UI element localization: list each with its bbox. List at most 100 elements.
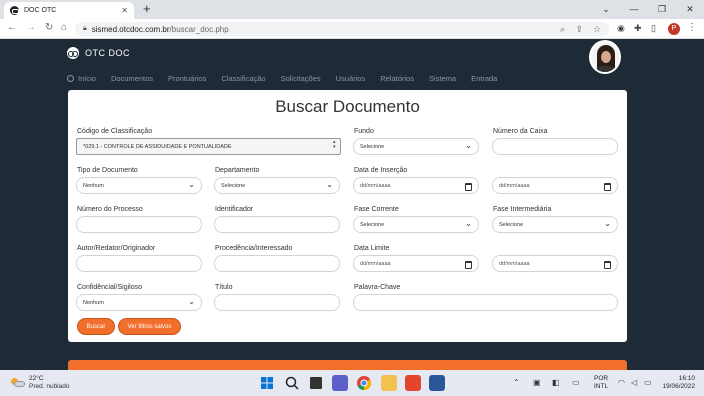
extension-icon[interactable]: ◉: [617, 23, 625, 34]
profile-avatar[interactable]: P: [668, 23, 680, 35]
home-icon[interactable]: ⌂: [61, 22, 67, 33]
nav-item-sistema[interactable]: Sistema: [429, 74, 456, 83]
numero-caixa-input[interactable]: [492, 138, 618, 155]
data-insercao-inicio-input[interactable]: dd/mm/aaaa: [353, 177, 479, 194]
label-procedencia: Procedência/Interessado: [215, 245, 293, 252]
logo-icon: [67, 47, 79, 59]
browser-tab[interactable]: DOC OTC ✕: [4, 2, 134, 19]
autor-input[interactable]: [76, 255, 202, 272]
search-card: Buscar Documento Código de Classificação…: [68, 90, 627, 342]
titulo-input[interactable]: [214, 294, 340, 311]
fundo-select[interactable]: Selecione: [353, 138, 479, 155]
side-panel-icon[interactable]: ▯: [651, 23, 656, 34]
home-icon: [67, 75, 74, 82]
tab-close-icon[interactable]: ✕: [121, 6, 128, 15]
tipo-select[interactable]: Nenhum: [76, 177, 202, 194]
share-icon[interactable]: ⇪: [575, 24, 583, 35]
label-identificador: Identificador: [215, 206, 254, 213]
task-view-icon[interactable]: [308, 375, 324, 391]
weather-desc: Pred. nublado: [29, 383, 70, 390]
system-clock[interactable]: 16:10 19/06/2022: [659, 375, 695, 391]
nav-item-documentos[interactable]: Documentos: [111, 74, 153, 83]
pdf-reader-icon[interactable]: [405, 375, 421, 391]
label-codigo: Código de Classificação: [77, 128, 153, 135]
close-window-button[interactable]: ✕: [676, 0, 704, 19]
label-fundo: Fundo: [354, 128, 374, 135]
site-favicon-icon: [10, 6, 19, 15]
label-numero-caixa: Número da Caixa: [493, 128, 548, 135]
partly-cloudy-icon: [11, 378, 25, 388]
logo-text: OTC DOC: [85, 48, 130, 58]
browser-tabbar: DOC OTC ✕ + ⌄ — ❐ ✕: [0, 0, 704, 19]
label-data-limite: Data Limite: [354, 245, 390, 252]
back-icon[interactable]: ←: [7, 22, 17, 33]
tray-display-icon[interactable]: ▭: [572, 378, 580, 387]
url-path: /buscar_doc.php: [169, 24, 229, 34]
windows-taskbar: 22°C Pred. nublado ⌃ ▣ ◧ ▭ POR INTL ◠ ◁ ▭…: [0, 370, 704, 396]
label-palavra-chave: Palavra-Chave: [354, 284, 401, 291]
data-insercao-fim-input[interactable]: dd/mm/aaaa: [492, 177, 618, 194]
identificador-input[interactable]: [214, 216, 340, 233]
chrome-icon[interactable]: [356, 375, 372, 391]
start-icon[interactable]: [259, 375, 275, 391]
palavra-chave-input[interactable]: [353, 294, 618, 311]
site-header: OTC DOC Início Documentos Prontuários Cl…: [0, 39, 704, 91]
fase-corrente-select[interactable]: Selecione: [353, 216, 479, 233]
restore-button[interactable]: ❐: [648, 0, 676, 19]
nav-item-classificacao[interactable]: Classificação: [221, 74, 265, 83]
tray-app-icon[interactable]: ▣: [533, 378, 541, 387]
weather-widget[interactable]: 22°C Pred. nublado: [11, 375, 69, 391]
address-bar: ← → ↻ ⌂ 🔒︎ sismed.otcdoc.com.br/buscar_d…: [0, 19, 704, 39]
site-logo[interactable]: OTC DOC: [67, 47, 130, 59]
ver-filtros-salvos-button[interactable]: Ver filtros salvos: [118, 318, 181, 335]
new-tab-button[interactable]: +: [143, 1, 151, 16]
volume-icon[interactable]: ◁: [631, 378, 637, 387]
teams-icon[interactable]: [332, 375, 348, 391]
search-icon[interactable]: [284, 375, 300, 391]
nav-item-entrada[interactable]: Entrada: [471, 74, 497, 83]
label-fase-intermediaria: Fase Intermediária: [493, 206, 552, 213]
tab-title: DOC OTC: [24, 7, 57, 14]
confidencial-select[interactable]: Nenhum: [76, 294, 202, 311]
tray-chevron-icon[interactable]: ⌃: [513, 378, 520, 387]
bookmark-star-icon[interactable]: ☆: [593, 24, 601, 35]
minimize-button[interactable]: —: [620, 0, 648, 19]
browser-menu-icon[interactable]: ⋮: [687, 22, 697, 33]
label-tipo: Tipo de Documento: [77, 167, 138, 174]
weather-temp: 22°C: [29, 375, 44, 382]
label-departamento: Departamento: [215, 167, 260, 174]
battery-icon[interactable]: ▭: [644, 378, 652, 387]
word-icon[interactable]: [429, 375, 445, 391]
nav-item-inicio[interactable]: Início: [67, 74, 96, 83]
language-indicator[interactable]: POR INTL: [594, 375, 608, 391]
forward-icon[interactable]: →: [26, 22, 36, 33]
nav-item-relatorios[interactable]: Relatórios: [380, 74, 414, 83]
main-nav: Início Documentos Prontuários Classifica…: [67, 74, 512, 83]
label-autor: Autor/Redator/Originador: [77, 245, 156, 252]
label-data-insercao: Data de Inserção: [354, 167, 408, 174]
tab-search-icon[interactable]: ⌄: [592, 0, 620, 19]
label-titulo: Título: [215, 284, 233, 291]
procedencia-input[interactable]: [214, 255, 340, 272]
reload-icon[interactable]: ↻: [45, 22, 53, 33]
departamento-select[interactable]: Selecione: [214, 177, 340, 194]
file-explorer-icon[interactable]: [381, 375, 397, 391]
label-numero-processo: Número do Processo: [77, 206, 143, 213]
nav-item-usuarios[interactable]: Usuários: [336, 74, 366, 83]
extensions-puzzle-icon[interactable]: ✚: [634, 23, 642, 34]
numero-processo-input[interactable]: [76, 216, 202, 233]
lock-icon: 🔒︎: [83, 25, 87, 32]
fase-intermediaria-select[interactable]: Selecione: [492, 216, 618, 233]
nav-item-solicitacoes[interactable]: Solicitações: [281, 74, 321, 83]
data-limite-inicio-input[interactable]: dd/mm/aaaa: [353, 255, 479, 272]
codigo-select[interactable]: *029.1 - CONTROLE DE ASSIDUIDADE E PONTU…: [76, 138, 341, 155]
user-avatar[interactable]: [589, 40, 621, 74]
zoom-icon[interactable]: ⌕: [560, 24, 565, 35]
tray-meet-icon[interactable]: ◧: [552, 378, 560, 387]
data-limite-fim-input[interactable]: dd/mm/aaaa: [492, 255, 618, 272]
wifi-icon[interactable]: ◠: [618, 378, 625, 387]
buscar-button[interactable]: Buscar: [77, 318, 115, 335]
url-host: sismed.otcdoc.com.br: [91, 24, 170, 34]
url-input[interactable]: 🔒︎ sismed.otcdoc.com.br/buscar_doc.php ⌕…: [75, 22, 609, 36]
nav-item-prontuarios[interactable]: Prontuários: [168, 74, 206, 83]
